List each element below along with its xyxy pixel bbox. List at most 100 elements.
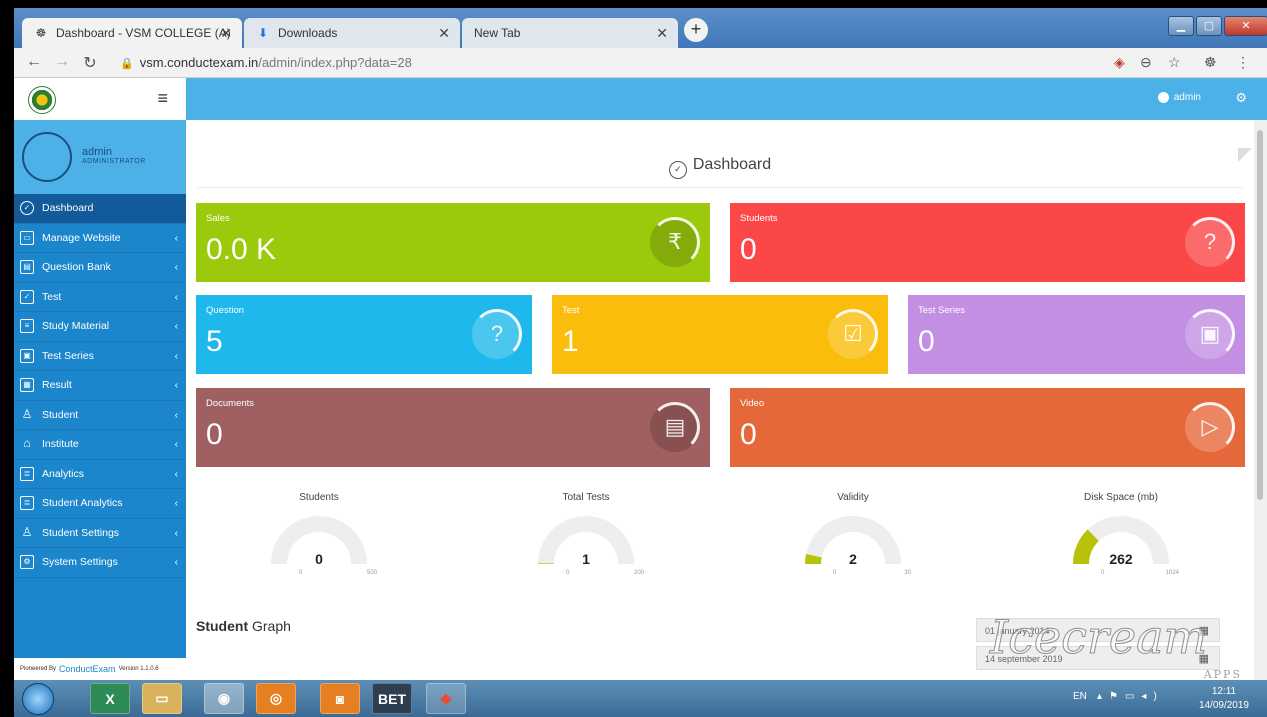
card-test[interactable]: Test 1 ☑ <box>552 295 888 374</box>
chevron-left-icon: ‹ <box>174 350 178 362</box>
date-to-field[interactable]: 14 september 2019 ▦ <box>976 646 1220 670</box>
profile-icon[interactable]: ☸ <box>1204 54 1217 71</box>
document-icon: ▤ <box>650 402 700 452</box>
card-question[interactable]: Question 5 ? <box>196 295 532 374</box>
footer-version: Version 1.1.0.6 <box>118 666 159 672</box>
system-tray: EN ▴⚑▭◂) 12:11 14/09/2019 <box>1053 680 1267 717</box>
rupee-icon: ₹ <box>650 217 700 267</box>
sidebar-item-institute[interactable]: ⌂ Institute ‹ <box>14 430 186 460</box>
card-sales[interactable]: Sales 0.0 K ₹ <box>196 203 710 282</box>
reload-icon[interactable]: ↻ <box>80 53 100 73</box>
date-from-value: 01 january 2014 <box>985 626 1050 636</box>
card-label: Video <box>740 398 765 409</box>
bet-taskbar-icon[interactable]: BET <box>372 683 412 714</box>
sidebar-item-dashboard[interactable]: ✓ Dashboard <box>14 194 186 224</box>
question-icon: ? <box>472 309 522 359</box>
sidebar-item-student-analytics[interactable]: ≣ Student Analytics ‹ <box>14 489 186 519</box>
chevron-left-icon: ‹ <box>174 321 178 332</box>
sidebar-item-test-series[interactable]: ▣ Test Series ‹ <box>14 342 186 371</box>
tab-downloads[interactable]: ⬇ Downloads ✕ <box>244 18 460 48</box>
page-scrollbar[interactable] <box>1254 120 1267 680</box>
start-button[interactable] <box>22 683 54 715</box>
sidebar: ≡ admin ADMINISTRATOR ✓ Dashboard ▭ Manage… <box>14 78 186 680</box>
hamburger-icon[interactable]: ≡ <box>157 88 168 109</box>
student-icon: ♙ <box>21 406 33 421</box>
sidebar-item-result[interactable]: ▦ Result ‹ <box>14 371 186 401</box>
clock[interactable]: 12:11 14/09/2019 <box>1199 685 1249 713</box>
corner-fold-icon <box>1238 148 1252 162</box>
minimize-button[interactable]: ▁ <box>1168 16 1194 36</box>
sidebar-nav: ✓ Dashboard ▭ Manage Website ‹ ▤ Question Ba… <box>14 194 186 578</box>
app-taskbar-icon[interactable]: ◆ <box>426 683 466 714</box>
tab-dashboard[interactable]: ☸ Dashboard - VSM COLLEGE (A) ✕ <box>22 18 242 48</box>
gear-icon[interactable]: ⚙ <box>1235 90 1247 106</box>
card-students[interactable]: Students 0 ? <box>730 203 1245 282</box>
sidebar-item-label: Institute <box>42 438 79 451</box>
test-icon: ✓ <box>20 289 34 304</box>
close-tab-icon[interactable]: ✕ <box>438 25 450 42</box>
main-content: ✓ Dashboard Sales 0.0 K ₹ Students 0 ? Qu… <box>186 120 1254 680</box>
admin-label: admin <box>1173 92 1201 103</box>
screenshot-taskbar-icon[interactable]: ◙ <box>320 683 360 714</box>
chrome-taskbar-icon[interactable]: ◉ <box>204 683 244 714</box>
scrollbar-thumb[interactable] <box>1257 130 1263 500</box>
gauge-total-tests: Total Tests 1 0 200 <box>486 490 686 590</box>
chevron-left-icon: ‹ <box>174 409 178 421</box>
url-field[interactable]: 🔒 vsm.conductexam.in/admin/index.php?data… <box>120 55 412 70</box>
tab-new[interactable]: New Tab ✕ <box>462 18 678 48</box>
user-settings-icon: ♙ <box>21 524 33 539</box>
excel-taskbar-icon[interactable]: X <box>90 683 130 714</box>
calendar-icon[interactable]: ▦ <box>1199 652 1209 665</box>
analytics-icon: ≣ <box>20 466 34 481</box>
url-host: vsm.conductexam.in <box>139 55 259 70</box>
back-icon[interactable]: ← <box>24 53 44 71</box>
close-tab-icon[interactable]: ✕ <box>220 25 232 42</box>
sidebar-item-manage-website[interactable]: ▭ Manage Website ‹ <box>14 224 186 253</box>
card-value: 0 <box>206 418 223 451</box>
chevron-left-icon: ‹ <box>174 468 178 480</box>
chevron-left-icon: ‹ <box>174 498 178 509</box>
blocked-icon[interactable]: ◈ <box>1114 54 1125 71</box>
forward-icon[interactable]: → <box>52 53 72 71</box>
menu-dots-icon[interactable]: ⋮ <box>1236 54 1250 71</box>
page-title-text: Dashboard <box>692 156 772 173</box>
sidebar-item-label: Test Series <box>42 349 94 362</box>
calendar-icon[interactable]: ▦ <box>1199 624 1209 637</box>
tab-title: New Tab <box>474 26 521 40</box>
sidebar-item-study-material[interactable]: ≡ Study Material ‹ <box>14 312 186 342</box>
zoom-icon[interactable]: ⊖ <box>1140 54 1152 71</box>
sidebar-item-test[interactable]: ✓ Test ‹ <box>14 283 186 312</box>
footer-brand: ConductExam <box>59 664 116 674</box>
divider <box>196 187 1244 188</box>
recorder-taskbar-icon[interactable]: ◎ <box>256 683 296 714</box>
maximize-button[interactable]: ▢ <box>1196 16 1222 36</box>
sidebar-item-label: Student Analytics <box>42 497 123 510</box>
sidebar-item-question-bank[interactable]: ▤ Question Bank ‹ <box>14 253 186 283</box>
card-test-series[interactable]: Test Series 0 ▣ <box>908 295 1245 374</box>
card-video[interactable]: Video 0 ▷ <box>730 388 1245 467</box>
sidebar-item-student-settings[interactable]: ♙ Student Settings ‹ <box>14 519 186 548</box>
new-tab-button[interactable]: + <box>684 18 708 42</box>
sidebar-item-label: Student Settings <box>42 526 120 539</box>
sidebar-item-system-settings[interactable]: ⚙ System Settings ‹ <box>14 548 186 578</box>
close-tab-icon[interactable]: ✕ <box>656 25 668 42</box>
gauge-max: 1024 <box>1165 570 1179 576</box>
language-indicator[interactable]: EN <box>1073 691 1087 702</box>
sidebar-item-analytics[interactable]: ≣ Analytics ‹ <box>14 460 186 489</box>
chevron-left-icon: ‹ <box>174 262 178 273</box>
institute-icon: ⌂ <box>23 436 31 451</box>
tray-icons[interactable]: ▴⚑▭◂) <box>1097 691 1164 702</box>
box-icon: ▣ <box>20 348 34 363</box>
lock-icon: 🔒 <box>120 58 134 70</box>
sidebar-item-student[interactable]: ♙ Student ‹ <box>14 401 186 430</box>
sidebar-footer: Pioneered By ConductExam Version 1.1.0.6 <box>14 658 186 680</box>
window-close-button[interactable]: ✕ <box>1224 16 1267 36</box>
gauge-validity: Validity 2 0 30 <box>753 490 953 590</box>
footer-prefix: Pioneered By <box>20 666 57 672</box>
admin-menu[interactable]: admin <box>1157 92 1201 103</box>
folder-taskbar-icon[interactable]: ▭ <box>142 683 182 714</box>
college-logo <box>28 86 56 114</box>
star-icon[interactable]: ☆ <box>1168 54 1181 71</box>
date-from-field[interactable]: 01 january 2014 ▦ <box>976 618 1220 642</box>
card-documents[interactable]: Documents 0 ▤ <box>196 388 710 467</box>
